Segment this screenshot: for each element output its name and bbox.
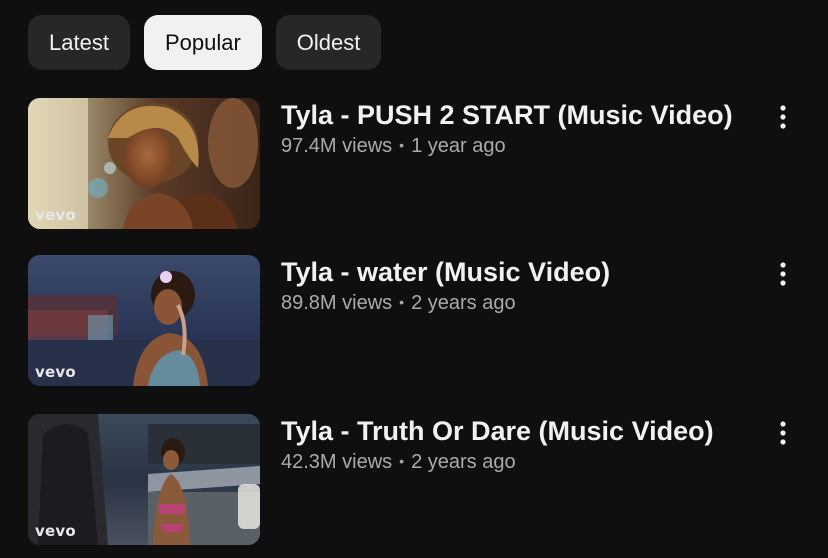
more-vert-icon[interactable]	[772, 259, 794, 289]
view-count: 42.3M views	[281, 451, 393, 473]
meta-separator: •	[399, 294, 405, 310]
video-title[interactable]: Tyla - water (Music Video)	[281, 255, 761, 289]
meta-separator: •	[399, 453, 405, 469]
video-meta: 97.4M views • 1 year ago	[281, 132, 761, 161]
video-meta: 89.8M views • 2 years ago	[281, 289, 761, 318]
video-title[interactable]: Tyla - Truth Or Dare (Music Video)	[281, 414, 761, 448]
more-vert-icon[interactable]	[772, 102, 794, 132]
chip-oldest[interactable]: Oldest	[275, 15, 382, 70]
vevo-logo: vevo	[35, 206, 76, 224]
sort-filter-chips: Latest Popular Oldest	[28, 15, 382, 70]
vevo-logo: vevo	[35, 522, 76, 540]
video-info: Tyla - water (Music Video) 89.8M views • 2…	[281, 255, 761, 318]
view-count: 97.4M views	[281, 135, 393, 157]
vevo-logo: vevo	[35, 363, 76, 381]
video-item[interactable]: vevo Tyla - Truth Or Dare (Music Video) …	[28, 414, 808, 545]
video-thumbnail[interactable]: vevo	[28, 98, 260, 229]
video-item[interactable]: vevo Tyla - PUSH 2 START (Music Video) 9…	[28, 98, 808, 229]
video-item[interactable]: vevo Tyla - water (Music Video) 89.8M vi…	[28, 255, 808, 386]
more-vert-icon[interactable]	[772, 418, 794, 448]
meta-separator: •	[399, 137, 405, 153]
upload-age: 2 years ago	[411, 451, 516, 473]
chip-popular[interactable]: Popular	[143, 15, 262, 70]
video-thumbnail[interactable]: vevo	[28, 414, 260, 545]
video-info: Tyla - PUSH 2 START (Music Video) 97.4M …	[281, 98, 761, 161]
video-info: Tyla - Truth Or Dare (Music Video) 42.3M…	[281, 414, 761, 477]
upload-age: 1 year ago	[411, 135, 506, 157]
video-thumbnail[interactable]: vevo	[28, 255, 260, 386]
video-title[interactable]: Tyla - PUSH 2 START (Music Video)	[281, 98, 761, 132]
view-count: 89.8M views	[281, 292, 393, 314]
upload-age: 2 years ago	[411, 292, 516, 314]
video-meta: 42.3M views • 2 years ago	[281, 448, 761, 477]
chip-latest[interactable]: Latest	[28, 15, 130, 70]
